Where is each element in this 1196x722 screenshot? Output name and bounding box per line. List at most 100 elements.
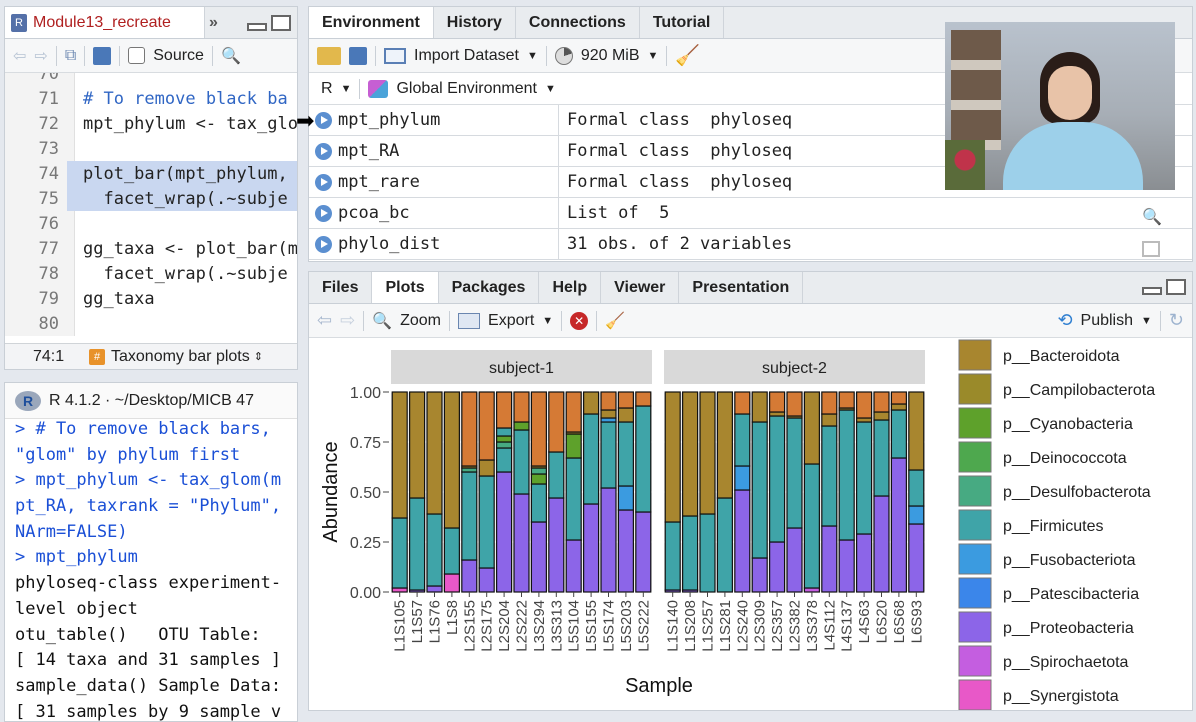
tab-packages[interactable]: Packages: [439, 272, 540, 303]
maximize-icon[interactable]: [1166, 279, 1186, 295]
legend-label: p__Campilobacterota: [1003, 382, 1155, 399]
code-line[interactable]: 75 facet_wrap(.~subje: [5, 186, 297, 211]
legend-swatch: [958, 441, 992, 473]
bar-segment: [461, 467, 478, 473]
open-folder-icon[interactable]: [317, 46, 341, 65]
more-tabs-icon[interactable]: »: [205, 7, 222, 38]
refresh-icon[interactable]: ↻: [1169, 310, 1184, 331]
code-line[interactable]: 76: [5, 211, 297, 236]
bar-segment: [786, 391, 803, 417]
forward-arrow-icon[interactable]: ⇨: [34, 46, 47, 66]
code-area[interactable]: 70 71 # To remove black ba 72 mpt_phylum <- …: [5, 73, 297, 336]
bar-segment: [873, 391, 890, 413]
tab-viewer[interactable]: Viewer: [601, 272, 680, 303]
expand-object-icon[interactable]: [315, 142, 332, 160]
view-table-icon[interactable]: [1142, 241, 1161, 257]
next-plot-icon[interactable]: ⇨: [340, 310, 355, 331]
expand-object-icon[interactable]: [315, 111, 332, 129]
show-in-window-icon[interactable]: ⧉: [65, 47, 76, 65]
section-dropdown-icon[interactable]: ⇕: [254, 350, 263, 363]
broom-icon[interactable]: 🧹: [675, 43, 700, 68]
env-object-name: mpt_RA: [338, 141, 400, 161]
section-name[interactable]: Taxonomy bar plots: [111, 348, 250, 366]
env-row-actions: 🔍: [1142, 207, 1162, 257]
line-number: 75: [5, 186, 67, 211]
chevron-down-icon[interactable]: ▼: [1141, 315, 1152, 327]
environment-select[interactable]: Global Environment: [396, 80, 537, 98]
chevron-down-icon[interactable]: ▼: [545, 83, 556, 95]
tab-environment[interactable]: Environment: [309, 7, 434, 38]
save-icon[interactable]: [93, 46, 112, 65]
export-button[interactable]: Export: [488, 312, 534, 330]
chevron-down-icon[interactable]: ▼: [648, 50, 659, 62]
code-line[interactable]: 73: [5, 136, 297, 161]
publish-button[interactable]: Publish: [1081, 312, 1133, 330]
x-tick-label: L2S222: [514, 600, 531, 652]
expand-object-icon[interactable]: [315, 235, 332, 253]
chevron-down-icon[interactable]: ▼: [527, 50, 538, 62]
view-search-icon[interactable]: 🔍: [1142, 207, 1162, 227]
console-line: sample_data() Sample Data:: [15, 675, 282, 696]
bar-segment: [496, 447, 513, 473]
x-tick-label: L6S93: [908, 600, 925, 643]
previous-plot-icon[interactable]: ⇦: [317, 310, 332, 331]
bar-segment: [513, 391, 530, 423]
code-line[interactable]: 80: [5, 311, 297, 336]
bar-segment: [699, 513, 716, 593]
code-line[interactable]: 74 plot_bar(mpt_phylum,: [5, 161, 297, 186]
expand-object-icon[interactable]: [315, 173, 332, 191]
code-line[interactable]: 77 gg_taxa <- plot_bar(m: [5, 236, 297, 261]
env-object-name: mpt_rare: [338, 172, 420, 192]
chevron-down-icon[interactable]: ▼: [542, 315, 553, 327]
bar-segment: [443, 391, 460, 529]
clear-plots-broom-icon[interactable]: 🧹: [605, 311, 625, 331]
save-workspace-icon[interactable]: [349, 46, 367, 65]
minimize-icon[interactable]: [1142, 287, 1162, 295]
bar-segment: [786, 417, 803, 529]
bar-segment: [769, 415, 786, 543]
language-select[interactable]: R: [317, 80, 333, 98]
code-line[interactable]: 72 mpt_phylum <- tax_glo: [5, 111, 297, 136]
bar-segment: [786, 527, 803, 593]
minimize-icon[interactable]: [247, 22, 267, 31]
bar-segment: [769, 391, 786, 413]
memory-usage[interactable]: 920 MiB: [581, 47, 640, 65]
bar-segment: [908, 469, 925, 507]
search-icon[interactable]: 🔍: [221, 46, 241, 66]
x-tick-label: L1S57: [409, 600, 426, 643]
source-on-save-label[interactable]: Source: [153, 47, 204, 65]
bar-segment: [734, 465, 751, 491]
expand-object-icon[interactable]: [315, 204, 332, 222]
maximize-icon[interactable]: [271, 14, 291, 31]
tab-files[interactable]: Files: [309, 272, 373, 303]
zoom-button[interactable]: Zoom: [400, 312, 441, 330]
code-line[interactable]: 71 # To remove black ba: [5, 86, 297, 111]
code-line[interactable]: 79 gg_taxa: [5, 286, 297, 311]
editor-file-tab[interactable]: R Module13_recreate: [5, 7, 205, 38]
bar-segment: [409, 391, 426, 499]
source-on-save-checkbox[interactable]: [128, 47, 146, 64]
environment-icon: [368, 79, 389, 98]
remove-plot-icon[interactable]: ✕: [570, 311, 589, 330]
code-line[interactable]: 78 facet_wrap(.~subje: [5, 261, 297, 286]
tab-tutorial[interactable]: Tutorial: [640, 7, 725, 38]
env-row[interactable]: phylo_dist 31 obs. of 2 variables: [309, 229, 1192, 260]
env-name-cell: pcoa_bc: [309, 198, 559, 228]
import-dataset-button[interactable]: Import Dataset: [414, 47, 519, 65]
legend-swatch: [958, 407, 992, 439]
tab-plots[interactable]: Plots: [372, 272, 439, 303]
tab-help[interactable]: Help: [539, 272, 602, 303]
bar-segment: [734, 391, 751, 415]
tab-connections[interactable]: Connections: [516, 7, 640, 38]
editor-toolbar: ⇦ ⇨ ⧉ Source 🔍: [5, 39, 297, 73]
console-output[interactable]: > # To remove black bars, "glom" by phylu…: [5, 419, 297, 721]
tab-presentation[interactable]: Presentation: [679, 272, 804, 303]
bar-segment: [617, 391, 634, 409]
code-line[interactable]: 70: [5, 73, 297, 86]
plots-tabbar: Files Plots Packages Help Viewer Present…: [309, 272, 1192, 304]
chevron-down-icon[interactable]: ▼: [341, 83, 352, 95]
back-arrow-icon[interactable]: ⇦: [13, 46, 26, 66]
env-row[interactable]: pcoa_bc List of 5: [309, 198, 1192, 229]
line-number: 76: [5, 211, 67, 236]
tab-history[interactable]: History: [434, 7, 516, 38]
